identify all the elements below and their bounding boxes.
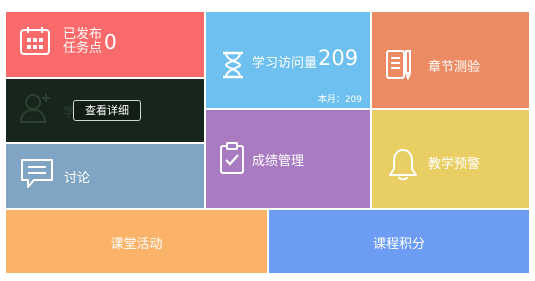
grades-tile[interactable]: 成绩管理: [206, 110, 370, 208]
class-activity-label: 课堂活动: [110, 237, 163, 252]
grades-label: 成绩管理: [252, 154, 305, 169]
student-management-tile[interactable]: 学生管理 查看详细: [6, 79, 204, 142]
chat-icon: [21, 159, 53, 188]
visits-count: 209: [318, 46, 359, 70]
calendar-icon: [20, 27, 50, 55]
teaching-warning-label: 教学预警: [428, 157, 481, 172]
view-details-button[interactable]: 查看详细: [73, 100, 141, 121]
published-tasks-tile[interactable]: 已发布 任务点 0: [6, 12, 204, 77]
discussion-tile[interactable]: 讨论: [6, 144, 204, 208]
published-label: 已发布 任务点: [63, 28, 102, 56]
teaching-warning-tile[interactable]: 教学预警: [372, 110, 529, 208]
chapter-test-tile[interactable]: 章节测验: [372, 12, 529, 108]
published-label-line1: 已发布: [63, 27, 103, 42]
discussion-label: 讨论: [64, 171, 91, 186]
visits-tile[interactable]: 学习访问量 209 本月：209: [206, 12, 370, 108]
visits-label: 学习访问量: [252, 56, 318, 71]
course-points-tile[interactable]: 课程积分: [269, 210, 529, 273]
clipboard-check-icon: [220, 142, 244, 174]
hourglass-icon: [223, 51, 243, 79]
published-label-line2: 任务点: [63, 41, 103, 56]
visits-month: 本月：209: [317, 95, 362, 105]
bell-icon: [389, 149, 417, 181]
user-add-icon: [19, 94, 50, 123]
chapter-test-label: 章节测验: [428, 60, 481, 75]
class-activity-tile[interactable]: 课堂活动: [6, 210, 267, 273]
published-count: 0: [104, 30, 117, 54]
course-points-label: 课程积分: [372, 237, 425, 252]
document-pen-icon: [386, 50, 411, 80]
